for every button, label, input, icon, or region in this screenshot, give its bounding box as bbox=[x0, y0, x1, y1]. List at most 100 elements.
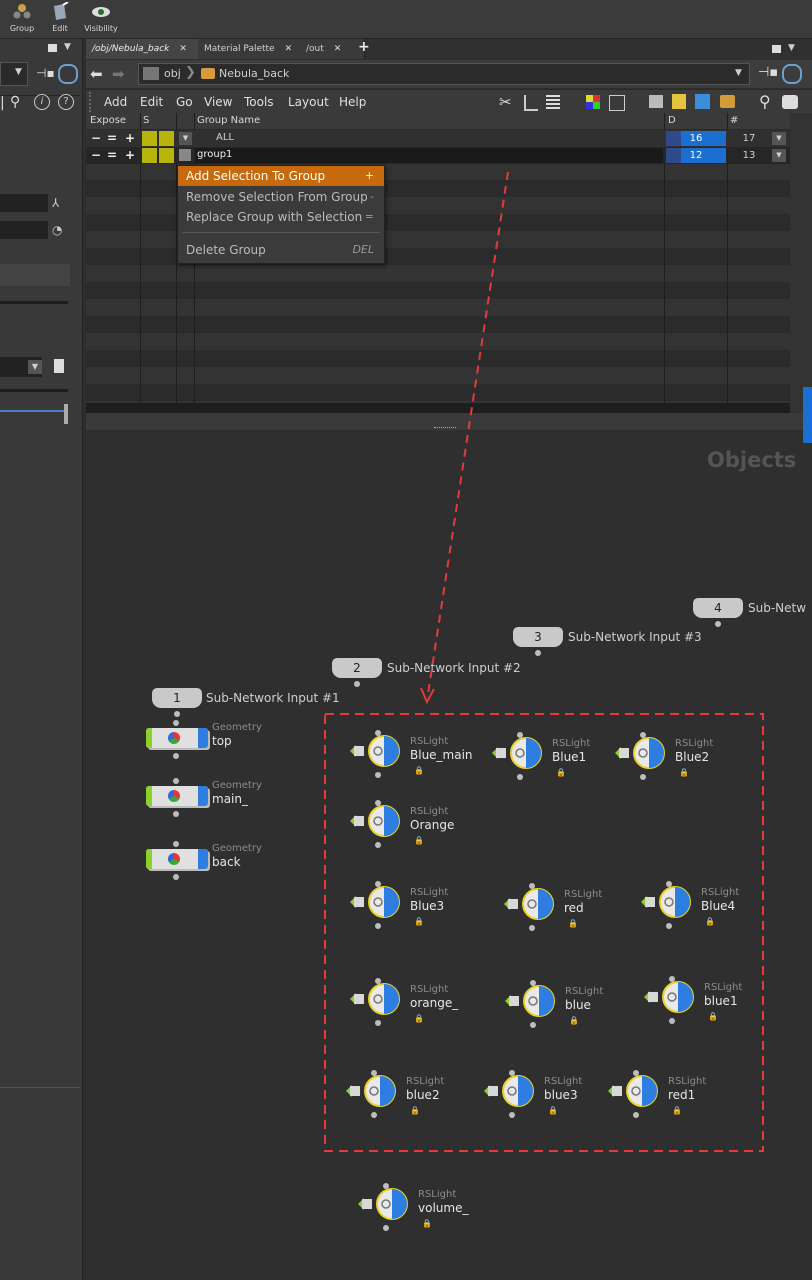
target-icon[interactable] bbox=[782, 64, 802, 84]
collapse-button[interactable]: − bbox=[91, 131, 101, 145]
search-icon[interactable]: ⚲ bbox=[759, 92, 771, 111]
swatch[interactable] bbox=[159, 131, 174, 146]
pane-menu-arrow-icon[interactable]: ▼ bbox=[64, 42, 71, 52]
table-row[interactable]: − = + ▼ ALL 16 17 ▼ bbox=[86, 130, 790, 147]
pane-splitter[interactable] bbox=[86, 413, 812, 430]
pin-icon[interactable]: ⊣▪ bbox=[36, 66, 55, 80]
expand-button[interactable]: + bbox=[125, 131, 135, 145]
column-group-name[interactable]: Group Name bbox=[197, 115, 260, 126]
pin-icon[interactable]: ⊣▪ bbox=[758, 65, 778, 80]
column-count[interactable]: # bbox=[730, 115, 738, 126]
column-d[interactable]: D bbox=[668, 115, 676, 126]
image-icon[interactable] bbox=[695, 94, 710, 109]
chevron-down-icon: ▼ bbox=[15, 67, 22, 77]
grid-icon[interactable] bbox=[609, 95, 625, 111]
visibility-tool[interactable]: Visibility bbox=[79, 2, 123, 33]
eye-dropper-icon[interactable]: ◔ bbox=[52, 223, 62, 237]
menu-tools[interactable]: Tools bbox=[244, 95, 274, 109]
close-icon[interactable]: ✕ bbox=[179, 44, 187, 54]
pane-tabs: /obj/Nebula_back ✕ Material Palette ✕ /out… bbox=[86, 39, 812, 59]
menu-item-label: Remove Selection From Group bbox=[186, 190, 368, 204]
expand-button[interactable]: + bbox=[125, 148, 135, 162]
chevron-down-icon[interactable]: ▼ bbox=[735, 68, 742, 78]
forward-arrow-icon[interactable]: ➡ bbox=[112, 65, 125, 83]
menu-item-add-selection-to-group[interactable]: Add Selection To Group + bbox=[178, 166, 384, 186]
menu-layout[interactable]: Layout bbox=[288, 95, 329, 109]
menu-go[interactable]: Go bbox=[176, 95, 193, 109]
menu-separator bbox=[182, 232, 380, 233]
column-s[interactable]: S bbox=[143, 115, 149, 126]
param-field-2[interactable] bbox=[0, 221, 48, 239]
path-current[interactable]: Nebula_back bbox=[219, 67, 289, 80]
selection-box bbox=[324, 713, 764, 1152]
path-root[interactable]: obj bbox=[164, 67, 181, 80]
swatch[interactable] bbox=[159, 148, 174, 163]
close-icon[interactable]: ✕ bbox=[285, 44, 293, 54]
tab-obj-nebula-back[interactable]: /obj/Nebula_back ✕ bbox=[86, 39, 199, 59]
back-arrow-icon[interactable]: ⬅ bbox=[90, 65, 103, 83]
equal-button[interactable]: = bbox=[107, 131, 117, 145]
chevron-down-icon[interactable]: ▼ bbox=[28, 360, 42, 374]
chevron-down-icon[interactable]: ▼ bbox=[772, 132, 786, 145]
pane-layout-icon[interactable] bbox=[48, 44, 57, 52]
info-icon[interactable]: i bbox=[34, 94, 50, 110]
left-dropdown[interactable]: ▼ bbox=[0, 62, 28, 86]
param-slider[interactable] bbox=[0, 301, 68, 304]
group-tool-label: Group bbox=[9, 24, 35, 33]
param-field-1[interactable] bbox=[0, 194, 48, 212]
menu-help[interactable]: Help bbox=[339, 95, 366, 109]
param-bar bbox=[0, 264, 70, 286]
column-expose[interactable]: Expose bbox=[90, 115, 126, 126]
swatch[interactable] bbox=[142, 148, 157, 163]
menu-add[interactable]: Add bbox=[104, 95, 127, 109]
sticky-note-icon[interactable] bbox=[672, 94, 686, 109]
tab-material-palette[interactable]: Material Palette ✕ bbox=[198, 39, 301, 59]
help-icon[interactable]: ? bbox=[58, 94, 74, 110]
menu-item-replace-group-with-selection[interactable]: Replace Group with Selection = bbox=[178, 207, 384, 227]
swatch[interactable] bbox=[142, 131, 157, 146]
network-box-icon[interactable] bbox=[649, 95, 663, 108]
collapse-button[interactable]: − bbox=[91, 148, 101, 162]
horizontal-scrollbar[interactable] bbox=[86, 403, 790, 413]
pane-layout-icon[interactable] bbox=[772, 45, 781, 53]
add-tab-button[interactable]: + bbox=[358, 39, 370, 55]
file-icon[interactable] bbox=[54, 359, 64, 373]
eye-icon[interactable] bbox=[782, 95, 798, 109]
d-indicator bbox=[666, 131, 681, 146]
chevron-down-icon[interactable]: ▼ bbox=[788, 43, 795, 53]
chevron-down-icon[interactable]: ▼ bbox=[179, 132, 192, 145]
edit-tool[interactable]: Edit bbox=[38, 2, 82, 33]
menu-item-delete-group[interactable]: Delete Group DEL bbox=[178, 240, 384, 260]
equal-button[interactable]: = bbox=[107, 148, 117, 162]
subnet-icon bbox=[201, 68, 215, 79]
grip-handle[interactable] bbox=[89, 92, 97, 112]
search-icon[interactable]: ⚲ bbox=[10, 94, 20, 110]
menu-edit[interactable]: Edit bbox=[140, 95, 163, 109]
chevron-down-icon[interactable]: ▼ bbox=[772, 149, 786, 162]
network-editor[interactable]: Objects 1 Sub-Network Input #1 2 Sub-Net… bbox=[86, 430, 812, 1280]
menu-item-shortcut: + bbox=[364, 169, 374, 182]
axis-icon[interactable]: ⅄ bbox=[52, 196, 59, 210]
slider-handle[interactable] bbox=[64, 404, 68, 424]
group-name-field[interactable]: group1 bbox=[195, 148, 663, 163]
target-icon[interactable] bbox=[58, 64, 78, 84]
param-slider-2[interactable] bbox=[0, 389, 68, 392]
list-icon[interactable] bbox=[546, 95, 560, 109]
tree-icon[interactable] bbox=[524, 95, 538, 111]
group-name: ALL bbox=[216, 132, 234, 143]
context-menu: Add Selection To Group + Remove Selectio… bbox=[177, 165, 385, 264]
tab-out[interactable]: /out ✕ bbox=[300, 39, 365, 59]
param-slider-3[interactable] bbox=[0, 410, 66, 412]
vertical-scrollbar[interactable] bbox=[790, 113, 812, 413]
table-row[interactable]: − = + group1 12 13 ▼ bbox=[86, 147, 790, 164]
path-field[interactable]: obj ❯ Nebula_back ▼ bbox=[138, 63, 750, 85]
close-icon[interactable]: ✕ bbox=[334, 44, 342, 54]
color-palette-icon[interactable] bbox=[586, 95, 600, 109]
checkbox[interactable] bbox=[179, 149, 191, 161]
selection-overlay bbox=[324, 713, 764, 1152]
subnet-box-icon[interactable] bbox=[720, 95, 735, 108]
menu-item-remove-selection-from-group[interactable]: Remove Selection From Group - bbox=[178, 187, 384, 207]
edit-icon bbox=[54, 2, 69, 20]
menu-view[interactable]: View bbox=[204, 95, 232, 109]
tools-icon[interactable]: ✂ bbox=[499, 93, 512, 111]
